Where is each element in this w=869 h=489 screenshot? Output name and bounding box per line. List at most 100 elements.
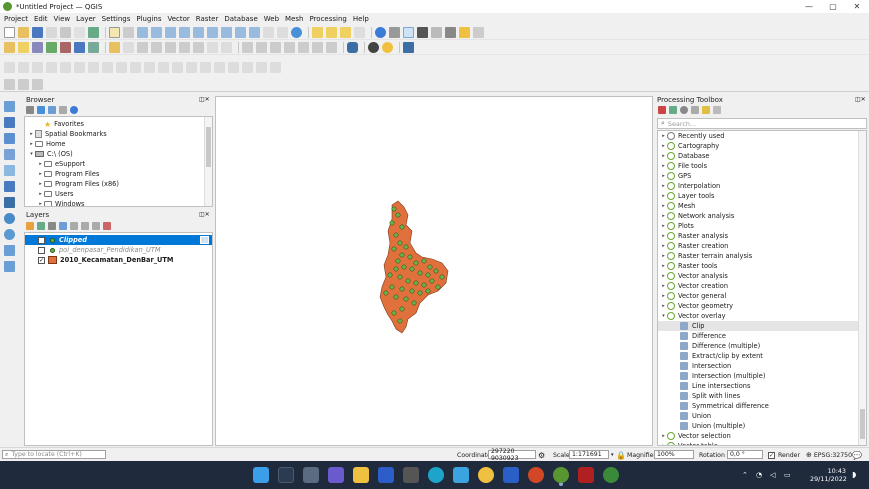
- filter-expression-icon[interactable]: [70, 222, 78, 230]
- layers-tree[interactable]: ✓ Clipped poi_denpasar_Pendidikan_UTM ✓ 2010…: [24, 232, 213, 446]
- search-taskbar-icon[interactable]: [278, 467, 294, 483]
- layer-visibility-checkbox[interactable]: ✓: [38, 236, 45, 244]
- expand-arrow-icon[interactable]: ▸: [660, 133, 667, 139]
- menu-project[interactable]: Project: [4, 15, 28, 23]
- text-annotation-icon[interactable]: [473, 26, 484, 38]
- zoom-layer-icon[interactable]: [207, 26, 218, 38]
- browser-panel-close-icon[interactable]: ◫✕: [199, 96, 210, 103]
- toolbox-group[interactable]: ▸ Recently used: [658, 131, 866, 141]
- browser-item[interactable]: ▸ Home: [25, 139, 212, 149]
- crs-button[interactable]: ⊕ EPSG:32750: [806, 450, 852, 460]
- pan-map-icon[interactable]: [109, 26, 120, 38]
- browser-item[interactable]: ▸ Spatial Bookmarks: [25, 129, 212, 139]
- zoom-native-icon[interactable]: [221, 26, 232, 38]
- move-label-icon[interactable]: [284, 41, 295, 53]
- toolbox-group[interactable]: ▸ Network analysis: [658, 211, 866, 221]
- toolbox-group[interactable]: ▸ Interpolation: [658, 181, 866, 191]
- word-icon[interactable]: [503, 467, 519, 483]
- toolbox-group[interactable]: ▸ Vector creation: [658, 281, 866, 291]
- store-icon[interactable]: [403, 467, 419, 483]
- rotate-point-icon[interactable]: [270, 62, 281, 73]
- browser-item[interactable]: ▸ eSupport: [25, 159, 212, 169]
- zoom-rubberband-icon[interactable]: [165, 26, 176, 38]
- scale-dropdown-icon[interactable]: ▾: [611, 450, 614, 460]
- lock-scale-icon[interactable]: 🔒: [616, 450, 626, 460]
- fill-ring-icon[interactable]: [116, 62, 127, 73]
- toolbox-group[interactable]: ▸ Mesh: [658, 201, 866, 211]
- powerpoint-icon[interactable]: [528, 467, 544, 483]
- algorithm-item[interactable]: Intersection (multiple): [658, 371, 866, 381]
- expand-arrow-icon[interactable]: ▸: [660, 303, 667, 309]
- expand-arrow-icon[interactable]: ▸: [660, 263, 667, 269]
- map-canvas[interactable]: [215, 96, 653, 446]
- toolbox-search-input[interactable]: Search...: [668, 120, 696, 128]
- layer-visibility-checkbox[interactable]: ✓: [38, 256, 45, 264]
- add-vector-layer-icon[interactable]: [4, 101, 15, 112]
- merge-attributes-icon[interactable]: [256, 62, 267, 73]
- edge-icon[interactable]: [428, 467, 444, 483]
- wifi-icon[interactable]: ◔: [756, 471, 762, 479]
- add-virtual-layer-icon[interactable]: [4, 181, 15, 192]
- notification-icon[interactable]: ◗: [852, 470, 856, 479]
- expand-arrow-icon[interactable]: ▸: [28, 141, 35, 147]
- toolbox-group[interactable]: ▸ GPS: [658, 171, 866, 181]
- expand-arrow-icon[interactable]: ▸: [660, 223, 667, 229]
- add-wms-icon[interactable]: [4, 213, 15, 224]
- chrome-icon[interactable]: [478, 467, 494, 483]
- browser-scrollbar[interactable]: [204, 117, 212, 206]
- vertex-tool-icon[interactable]: [137, 41, 148, 53]
- toolbox-group[interactable]: ▸ Cartography: [658, 141, 866, 151]
- attribute-table-icon[interactable]: [389, 26, 400, 38]
- toolbox-options-icon[interactable]: [713, 106, 721, 114]
- mail-icon[interactable]: [453, 467, 469, 483]
- save-project-icon[interactable]: [32, 26, 43, 38]
- expand-arrow-icon[interactable]: ▸: [660, 163, 667, 169]
- menu-web[interactable]: Web: [264, 15, 279, 23]
- add-group-icon[interactable]: [37, 222, 45, 230]
- python-console-icon[interactable]: [382, 41, 393, 53]
- cut-features-icon[interactable]: [165, 41, 176, 53]
- new-temporary-layer-icon[interactable]: [46, 41, 57, 53]
- digitize-icon[interactable]: [123, 41, 134, 53]
- menu-layer[interactable]: Layer: [76, 15, 96, 23]
- new-shapefile-layer-icon[interactable]: [32, 41, 43, 53]
- layer-visibility-checkbox[interactable]: [38, 246, 45, 254]
- toolbox-panel-close-icon[interactable]: ◫✕: [855, 96, 866, 103]
- map-tips-icon[interactable]: [445, 26, 456, 38]
- expand-all-icon[interactable]: [81, 222, 89, 230]
- toolbox-scrollbar[interactable]: [858, 131, 866, 445]
- expand-arrow-icon[interactable]: ▸: [660, 243, 667, 249]
- save-as-icon[interactable]: [46, 26, 57, 38]
- expand-arrow-icon[interactable]: ▸: [660, 203, 667, 209]
- layer-row[interactable]: ✓ 2010_Kecamatan_DenBar_UTM: [25, 255, 212, 265]
- models-icon[interactable]: [658, 106, 666, 114]
- history-icon[interactable]: [680, 106, 688, 114]
- menu-plugins[interactable]: Plugins: [136, 15, 161, 23]
- toolbox-group[interactable]: ▸ Plots: [658, 221, 866, 231]
- menu-edit[interactable]: Edit: [34, 15, 48, 23]
- expand-arrow-icon[interactable]: ▸: [28, 131, 35, 137]
- label-tool-icon[interactable]: [242, 41, 253, 53]
- toolbox-group[interactable]: ▸ Vector general: [658, 291, 866, 301]
- refresh-browser-icon[interactable]: [37, 106, 45, 114]
- simplify-feature-icon[interactable]: [74, 62, 85, 73]
- add-selected-icon[interactable]: [26, 106, 34, 114]
- toolbox-group[interactable]: ▸ Vector geometry: [658, 301, 866, 311]
- scripts-icon[interactable]: [669, 106, 677, 114]
- menu-processing[interactable]: Processing: [309, 15, 346, 23]
- pan-to-selection-icon[interactable]: [123, 26, 134, 38]
- algorithm-item[interactable]: Clip: [658, 321, 866, 331]
- expand-arrow-icon[interactable]: ▸: [660, 143, 667, 149]
- delete-selected-icon[interactable]: [151, 41, 162, 53]
- browser-item[interactable]: ▸ Program Files (x86): [25, 179, 212, 189]
- expand-arrow-icon[interactable]: ▸: [660, 213, 667, 219]
- gps-icon[interactable]: [368, 41, 379, 53]
- add-vector-icon[interactable]: [88, 41, 99, 53]
- add-wcs-icon[interactable]: [4, 245, 15, 256]
- print-layout-icon[interactable]: [60, 26, 71, 38]
- locator-input[interactable]: ⌕ Type to locate (Ctrl+K): [2, 450, 106, 459]
- algorithm-item[interactable]: Intersection: [658, 361, 866, 371]
- split-features-icon[interactable]: [214, 62, 225, 73]
- new-map-view-icon[interactable]: [263, 26, 274, 38]
- browser-item[interactable]: ▸ Program Files: [25, 169, 212, 179]
